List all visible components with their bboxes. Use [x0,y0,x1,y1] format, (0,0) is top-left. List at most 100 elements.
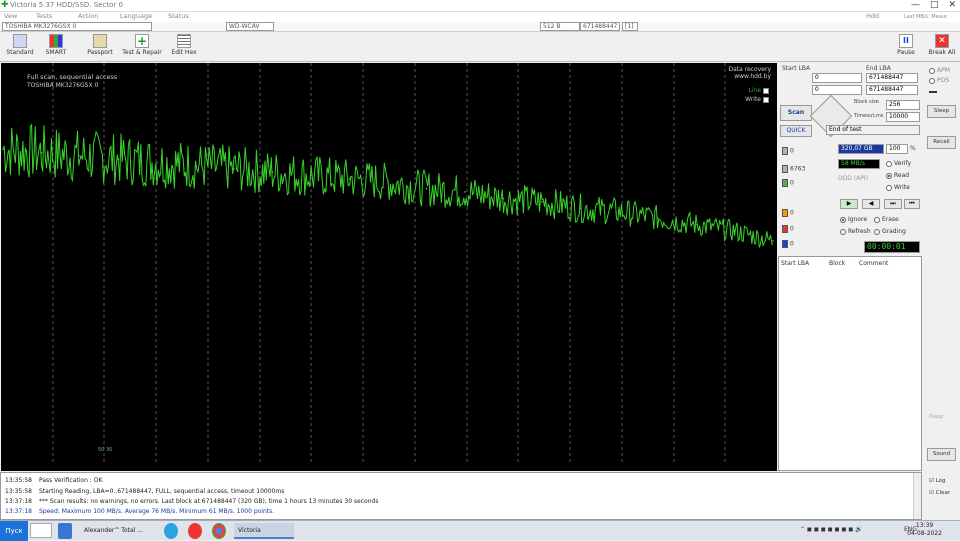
log-panel[interactable]: 13:35:58 Pass Verification : OK 13:35:58 S… [0,472,922,520]
quick-button[interactable]: QUICK [780,125,812,137]
taskbar-app-total[interactable]: Alexander^ Total ... [80,523,158,539]
taskbar: Пуск Alexander^ Total ... Victoria ⌃ ◼ ◼… [0,520,960,541]
clock[interactable]: 13:39 04-08-2022 [907,522,942,538]
stat-20ms-swatch [782,165,788,173]
grading-label: Grading [882,228,906,235]
taskbar-app-telegram[interactable] [164,523,178,539]
refresh-label: Refresh [848,228,871,235]
stat-20ms: 6763 [780,165,805,173]
log-line-text: Starting Reading, LBA=0..671488447, FULL… [39,488,285,495]
menu-speed-meter: Last MB/s: Meaur. [904,14,949,20]
remap-radio-dot [840,228,846,235]
play-button[interactable]: ▶ [840,199,858,209]
end-button[interactable]: ⏮ [904,199,920,209]
log-line-text: *** Scan results: no warnings, no errors… [39,498,379,505]
start-lba-field[interactable]: 0 [812,73,862,83]
pos-radio-dot [929,77,935,84]
graph-drive-label: TOSHIBA MK3276GSX 0 [27,82,99,89]
log-line-text: Speed: Maximum 100 MB/s. Average 76 MB/s… [39,508,275,515]
graph-site-label: Data recovery www.hdd.by [728,66,772,80]
log-line: 13:35:58 Pass Verification : OK [5,477,102,484]
end-lba-field-2[interactable]: 671488447 [866,85,918,95]
clear-checkbox[interactable]: ☑ Clear [929,490,950,496]
app-plus-icon: ✚ [1,0,9,10]
log-line-text: Pass Verification : OK [39,477,103,484]
drive-serial-field: WD-WCAV [226,22,274,31]
close-button[interactable]: ✕ [948,0,956,10]
stat-500ms-swatch [782,225,788,233]
speed-data-point [79,155,81,157]
grading-radio[interactable]: Grading [874,228,906,235]
apm-label: APM [937,67,950,74]
legend-line-checkbox[interactable] [763,87,769,94]
minimize-button[interactable]: — [911,0,920,10]
tray-icons[interactable]: ⌃ ◼ ◼ ◼ ◼ ◼ ◼ ◼ 🔊 [800,526,863,533]
verify-radio-dot [886,160,892,167]
speed-data-point [233,168,235,170]
skip-button[interactable]: ⏭ [884,199,902,209]
menu-tests[interactable]: Tests [36,12,52,20]
drive-model-field[interactable]: TOSHIBA MK3276GSX 0 [2,22,152,31]
legend-write-checkbox[interactable] [763,96,769,103]
stat-20ms-value: 6763 [790,165,806,173]
apm-radio[interactable]: APM [929,67,950,74]
test-repair-tab-button[interactable]: + Test & Repair [122,34,162,60]
taskbar-app-opera[interactable] [188,523,202,539]
taskbar-app-chrome[interactable] [212,523,226,539]
edit-hex-tab-button[interactable]: Edit Hex [164,34,204,60]
write-radio-dot [886,184,892,191]
read-label: Read [894,172,910,179]
timeout-select[interactable]: 10000 [886,112,920,122]
scan-button[interactable]: Scan [780,105,812,121]
ignore-radio[interactable]: Ignore [840,216,867,223]
legend-line[interactable]: Line [748,87,769,94]
ddd-api-checkbox[interactable]: DDD (API) [838,175,868,182]
taskbar-app-explorer[interactable] [58,523,72,539]
erase-radio-dot [874,216,880,223]
end-of-test-select[interactable]: End of test [826,125,920,135]
start-lba-field-2[interactable]: 0 [812,85,862,95]
menu-hdd[interactable]: Hdd [866,12,879,20]
taskbar-app-victoria[interactable]: Victoria [234,523,294,539]
apm-slider[interactable] [929,91,937,93]
close-icon: ✕ [935,34,949,48]
legend-write[interactable]: Write [745,96,769,103]
speed-data-point [695,223,697,226]
menu-status[interactable]: Status [168,12,189,20]
pause-button[interactable]: II Pause [886,34,926,60]
back-button[interactable]: ◀ [862,199,880,209]
standard-tab-button[interactable]: Standard [0,34,40,60]
maximize-button[interactable]: □ [930,0,939,10]
block-size-select[interactable]: 256 [886,100,920,110]
ignore-radio-dot [840,216,846,223]
log-line: 13:37:18 *** Scan results: no warnings, n… [5,498,378,505]
break-all-button[interactable]: ✕ Break All [922,34,960,60]
pos-radio[interactable]: POS [929,77,949,84]
log-line-time: 13:35:58 [5,477,32,484]
erase-radio[interactable]: Erase [874,216,899,223]
doc-icon [93,34,107,48]
menu-action[interactable]: Action [78,12,98,20]
toolbar: Standard SMART Passport + Test & Repair … [0,32,960,62]
recall-button[interactable]: Recall [927,136,956,149]
verify-radio[interactable]: Verify [886,160,911,167]
sleep-button[interactable]: Sleep [927,105,956,118]
remap-radio[interactable]: Refresh [840,228,871,235]
percent-field: 100 [886,144,908,154]
read-radio[interactable]: Read [886,172,909,179]
log-checkbox[interactable]: ☑ Log [929,478,946,484]
speed-graph[interactable]: Full scan, sequential access TOSHIBA MK3… [1,63,777,471]
sound-button[interactable]: Sound [927,448,956,461]
log-scrollbar[interactable] [913,473,921,519]
start-button[interactable]: Пуск [0,521,28,541]
passport-tab-button[interactable]: Passport [80,34,120,60]
end-lba-field[interactable]: 671488447 [866,73,918,83]
menu-language[interactable]: Language [120,12,152,20]
smart-tab-button[interactable]: SMART [36,34,76,60]
taskbar-search[interactable] [30,523,52,538]
log-line: 13:37:18 Speed: Maximum 100 MB/s. Average… [5,508,274,515]
stat-500ms-value: 0 [790,225,794,233]
menu-view[interactable]: Vew [4,12,17,20]
col-comment: Comment [859,260,889,267]
write-radio[interactable]: Write [886,184,910,191]
